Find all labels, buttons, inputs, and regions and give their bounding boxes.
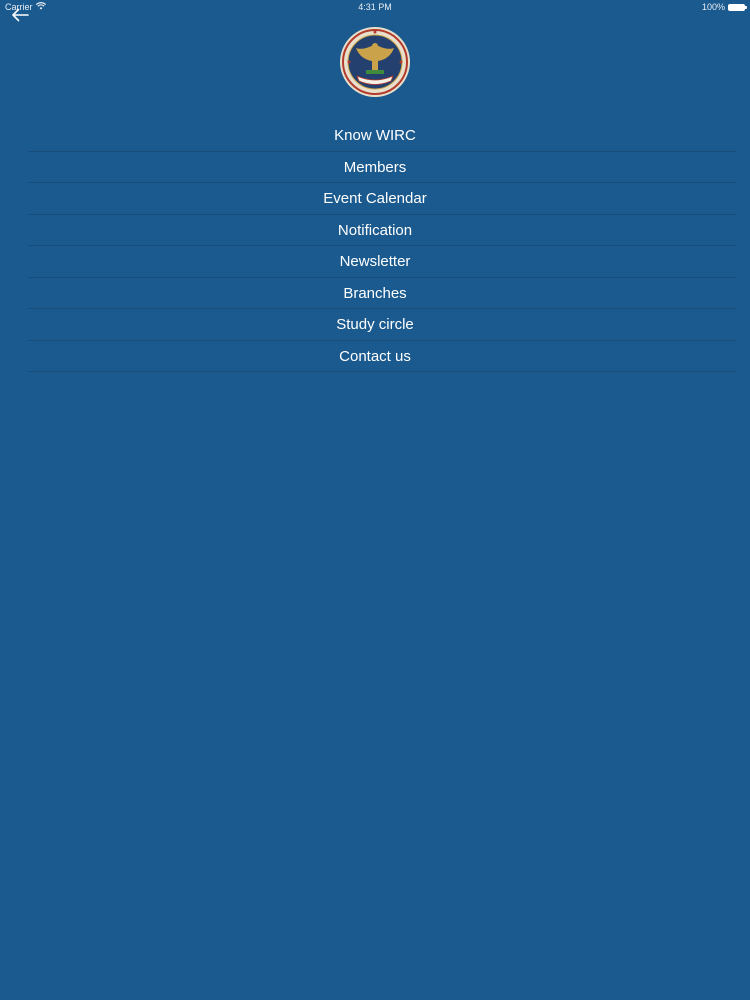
menu-item-label: Know WIRC bbox=[334, 127, 416, 144]
menu-separator bbox=[28, 371, 736, 372]
battery-label: 100% bbox=[701, 2, 725, 12]
menu-item-know-wirc[interactable]: Know WIRC bbox=[0, 120, 750, 152]
arrow-left-icon bbox=[10, 7, 30, 28]
main-menu: Know WIRC Members Event Calendar Notific… bbox=[0, 120, 750, 372]
menu-item-label: Newsletter bbox=[339, 253, 411, 270]
status-time: 4:31 PM bbox=[358, 2, 392, 12]
battery-icon bbox=[728, 3, 747, 11]
menu-item-label: Study circle bbox=[336, 316, 414, 333]
menu-item-members[interactable]: Members bbox=[0, 152, 750, 183]
menu-item-study-circle[interactable]: Study circle bbox=[0, 309, 750, 341]
back-button[interactable] bbox=[8, 6, 32, 28]
status-right: 100% bbox=[701, 0, 747, 14]
status-bar: Carrier 4:31 PM 100% bbox=[0, 0, 750, 14]
menu-item-notification[interactable]: Notification bbox=[0, 215, 750, 246]
menu-item-newsletter[interactable]: Newsletter bbox=[0, 246, 750, 278]
institute-emblem-icon bbox=[339, 26, 411, 98]
menu-item-label: Branches bbox=[343, 284, 407, 302]
menu-item-event-calendar[interactable]: Event Calendar bbox=[0, 183, 750, 215]
menu-item-label: Contact us bbox=[339, 347, 411, 365]
menu-item-label: Notification bbox=[337, 221, 413, 239]
menu-item-contact-us[interactable]: Contact us bbox=[0, 341, 750, 372]
menu-item-label: Event Calendar bbox=[323, 190, 427, 207]
menu-item-branches[interactable]: Branches bbox=[0, 278, 750, 309]
menu-item-label: Members bbox=[343, 158, 407, 176]
